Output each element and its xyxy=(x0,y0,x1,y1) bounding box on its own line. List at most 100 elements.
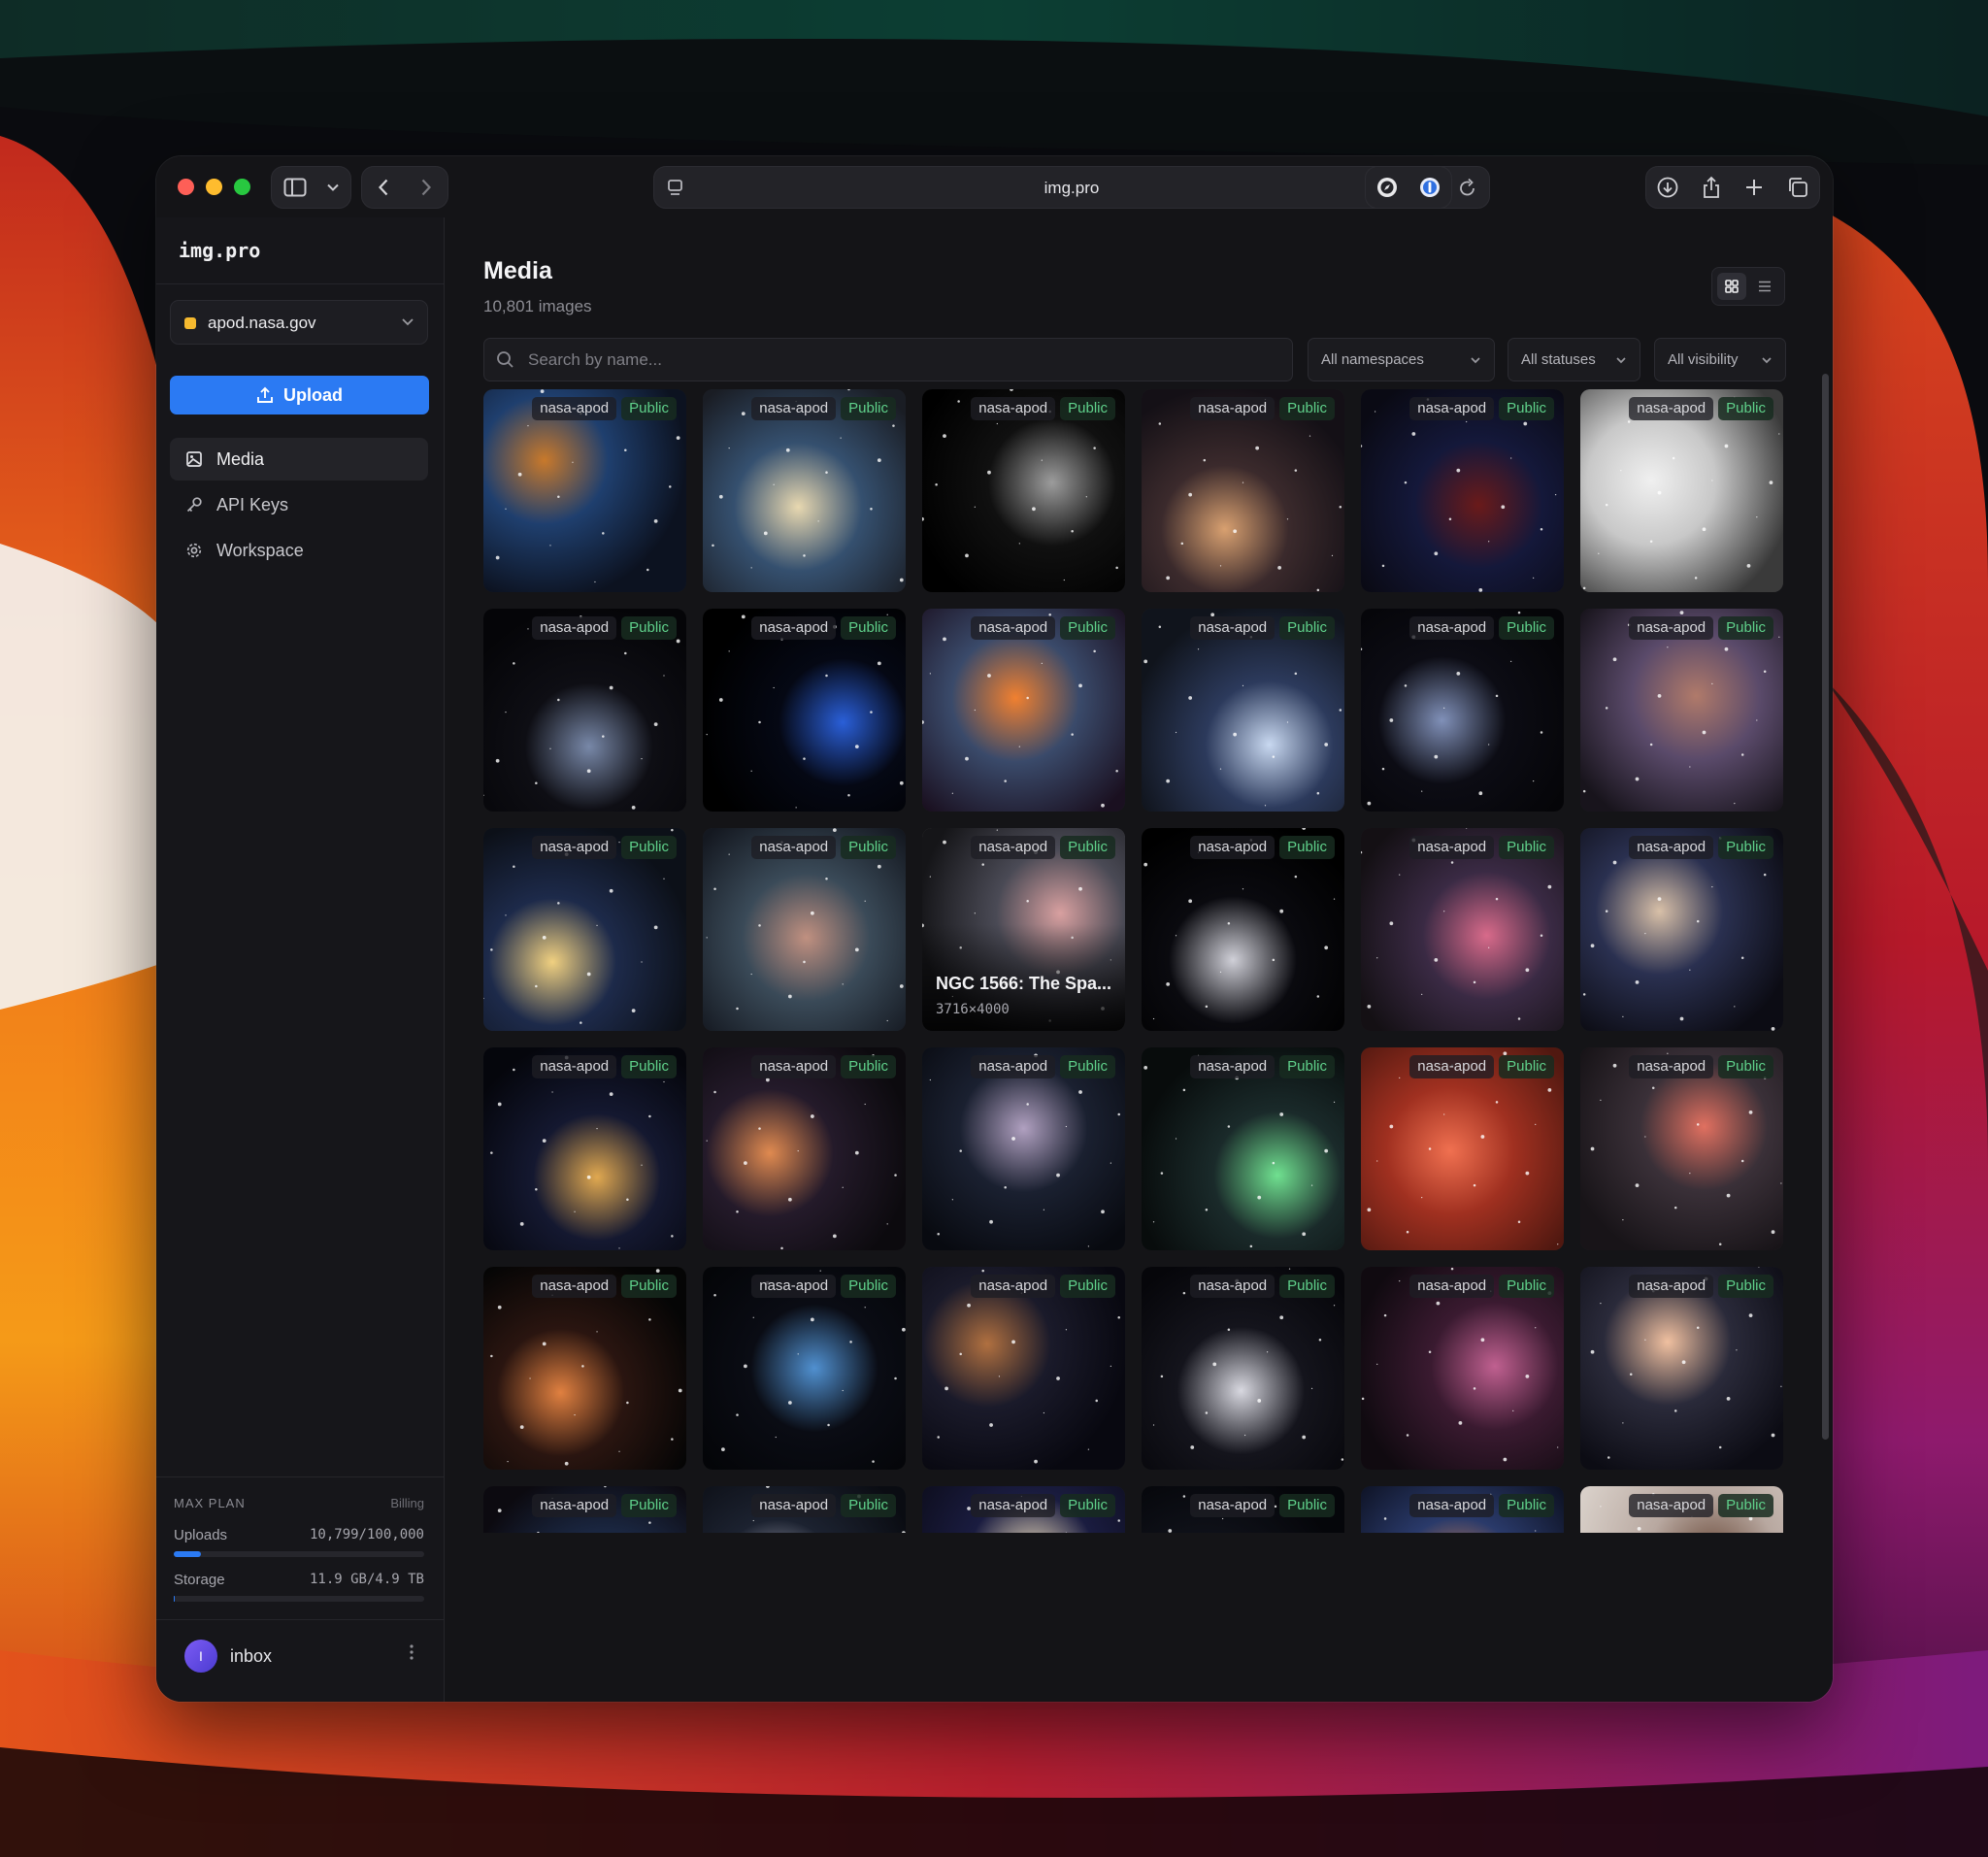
media-tile[interactable]: nasa-apod Public NGC 1566: The Spa... 3716×… xyxy=(922,828,1125,1031)
close-window-button[interactable] xyxy=(178,179,194,195)
url-text[interactable]: img.pro xyxy=(654,179,1489,198)
media-tile[interactable]: nasa-apod Public xyxy=(1361,1486,1564,1533)
media-tile[interactable]: nasa-apod Public xyxy=(483,389,686,592)
media-tile[interactable]: nasa-apod Public xyxy=(1580,1267,1783,1470)
zoom-window-button[interactable] xyxy=(234,179,250,195)
visibility-badge: Public xyxy=(621,1275,677,1298)
minimize-window-button[interactable] xyxy=(206,179,222,195)
back-button[interactable] xyxy=(362,167,405,208)
media-tile[interactable]: nasa-apod Public xyxy=(703,828,906,1031)
tile-badges: nasa-apod Public xyxy=(532,1494,677,1517)
visibility-badge: Public xyxy=(841,1055,896,1078)
visibility-badge: Public xyxy=(1060,1275,1115,1298)
forward-button[interactable] xyxy=(405,167,447,208)
media-tile[interactable]: nasa-apod Public xyxy=(1142,1486,1344,1533)
upload-label: Upload xyxy=(283,384,343,405)
media-tile[interactable]: nasa-apod Public xyxy=(1580,609,1783,812)
extension-compass-button[interactable] xyxy=(1366,167,1408,208)
namespace-badge: nasa-apod xyxy=(1629,836,1714,859)
media-tile[interactable]: nasa-apod Public xyxy=(1361,609,1564,812)
visibility-filter[interactable]: All visibility xyxy=(1654,338,1786,381)
sidebar-divider xyxy=(156,1476,444,1477)
list-view-button[interactable] xyxy=(1750,273,1779,300)
media-tile[interactable]: nasa-apod Public xyxy=(483,828,686,1031)
tile-badges: nasa-apod Public xyxy=(1190,1494,1335,1517)
namespace-badge: nasa-apod xyxy=(532,397,617,420)
download-icon xyxy=(1657,177,1678,198)
visibility-badge: Public xyxy=(841,397,896,420)
media-tile[interactable]: nasa-apod Public xyxy=(1580,389,1783,592)
media-tile[interactable]: nasa-apod Public xyxy=(703,1267,906,1470)
namespace-badge: nasa-apod xyxy=(532,1275,617,1298)
visibility-badge: Public xyxy=(1499,1275,1554,1298)
sidebar-item-media[interactable]: Media xyxy=(170,438,428,481)
chevron-right-icon xyxy=(421,179,431,196)
tab-group-dropdown[interactable] xyxy=(318,167,348,208)
visibility-badge: Public xyxy=(621,1494,677,1517)
media-tile[interactable]: nasa-apod Public xyxy=(1142,828,1344,1031)
namespace-badge: nasa-apod xyxy=(751,616,837,640)
history-nav-group xyxy=(361,166,448,209)
media-tile[interactable]: nasa-apod Public xyxy=(1142,389,1344,592)
chevron-down-icon xyxy=(1471,357,1480,364)
status-filter[interactable]: All statuses xyxy=(1508,338,1640,381)
upload-button[interactable]: Upload xyxy=(170,376,429,415)
media-tile[interactable]: nasa-apod Public xyxy=(483,1267,686,1470)
namespace-filter[interactable]: All namespaces xyxy=(1308,338,1495,381)
more-vertical-icon[interactable] xyxy=(409,1642,414,1667)
billing-link[interactable]: Billing xyxy=(390,1496,424,1510)
media-tile[interactable]: nasa-apod Public xyxy=(703,389,906,592)
chevron-left-icon xyxy=(379,179,388,196)
workspace-select[interactable]: apod.nasa.gov xyxy=(170,300,428,345)
media-tile[interactable]: nasa-apod Public xyxy=(922,1267,1125,1470)
media-tile[interactable]: nasa-apod Public xyxy=(1580,828,1783,1031)
visibility-badge: Public xyxy=(1499,836,1554,859)
grid-view-button[interactable] xyxy=(1717,273,1746,300)
media-tile[interactable]: nasa-apod Public xyxy=(703,1047,906,1250)
media-tile[interactable]: nasa-apod Public xyxy=(922,389,1125,592)
media-tile[interactable]: nasa-apod Public xyxy=(703,1486,906,1533)
media-tile[interactable]: nasa-apod Public xyxy=(703,609,906,812)
visibility-badge: Public xyxy=(1499,616,1554,640)
downloads-button[interactable] xyxy=(1646,167,1690,208)
plan-name: MAX PLAN xyxy=(174,1496,246,1510)
scrollbar[interactable] xyxy=(1822,374,1829,1440)
brand-logo[interactable]: img.pro xyxy=(179,239,260,262)
media-tile[interactable]: nasa-apod Public xyxy=(1361,1267,1564,1470)
share-button[interactable] xyxy=(1690,167,1734,208)
share-icon xyxy=(1703,176,1719,198)
extension-password-button[interactable] xyxy=(1408,167,1451,208)
sidebar-toggle-button[interactable] xyxy=(272,167,318,208)
storage-progress-bar xyxy=(174,1596,424,1602)
media-tile[interactable]: nasa-apod Public xyxy=(1361,828,1564,1031)
search-input[interactable] xyxy=(483,338,1293,381)
user-menu[interactable]: I inbox xyxy=(156,1619,444,1702)
image-icon xyxy=(186,451,202,467)
media-tile[interactable]: nasa-apod Public xyxy=(483,1047,686,1250)
namespace-badge: nasa-apod xyxy=(751,1275,837,1298)
sidebar-item-workspace[interactable]: Workspace xyxy=(170,529,428,572)
media-tile[interactable]: nasa-apod Public xyxy=(1142,609,1344,812)
media-tile[interactable]: nasa-apod Public xyxy=(922,1486,1125,1533)
media-tile[interactable]: nasa-apod Public xyxy=(1580,1047,1783,1250)
compass-icon xyxy=(1377,178,1397,197)
media-tile[interactable]: nasa-apod Public xyxy=(1361,389,1564,592)
sidebar-item-api-keys[interactable]: API Keys xyxy=(170,483,428,526)
media-tile[interactable]: nasa-apod Public xyxy=(1361,1047,1564,1250)
media-tile[interactable]: nasa-apod Public xyxy=(922,609,1125,812)
tile-badges: nasa-apod Public xyxy=(971,616,1115,640)
media-tile[interactable]: nasa-apod Public xyxy=(1142,1047,1344,1250)
new-tab-button[interactable] xyxy=(1733,167,1776,208)
media-tile[interactable]: nasa-apod Public xyxy=(483,609,686,812)
tile-badges: nasa-apod Public xyxy=(971,1494,1115,1517)
namespace-badge: nasa-apod xyxy=(1629,1055,1714,1078)
media-tile[interactable]: nasa-apod Public xyxy=(483,1486,686,1533)
media-tile[interactable]: nasa-apod Public xyxy=(1142,1267,1344,1470)
uploads-progress-bar xyxy=(174,1551,424,1557)
tab-overview-button[interactable] xyxy=(1776,167,1820,208)
tile-badges: nasa-apod Public xyxy=(1409,616,1554,640)
media-tile[interactable]: nasa-apod Public xyxy=(1580,1486,1783,1533)
reload-icon[interactable] xyxy=(1458,177,1477,203)
uploads-value: 10,799/100,000 xyxy=(309,1527,424,1542)
media-tile[interactable]: nasa-apod Public xyxy=(922,1047,1125,1250)
